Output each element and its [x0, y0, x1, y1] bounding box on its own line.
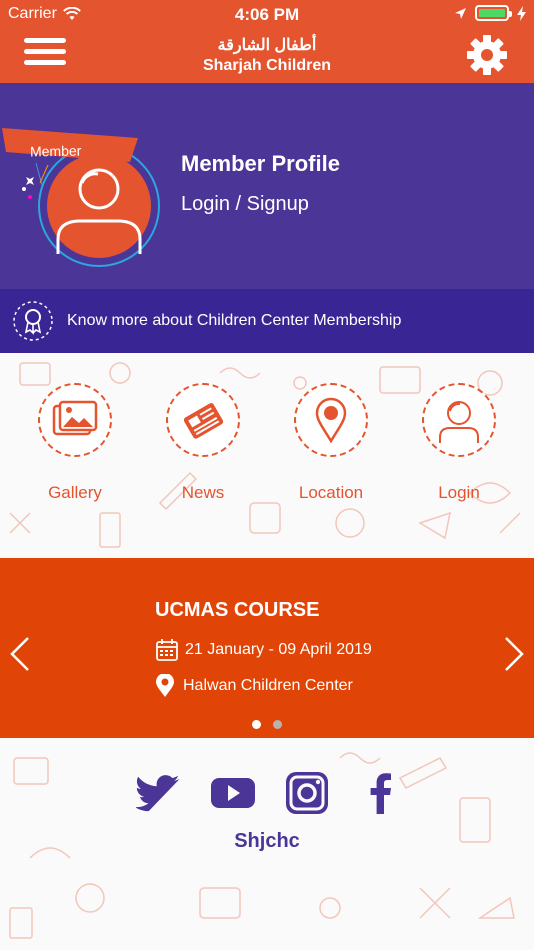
app-title-arabic: أطفال الشارقة	[217, 37, 317, 54]
social-handle: Shjchc	[234, 830, 300, 852]
app-title-english: Sharjah Children	[202, 57, 332, 74]
event-date-row: 21 January - 09 April 2019	[155, 638, 372, 662]
quick-link-news[interactable]: News	[153, 383, 253, 503]
calendar-icon	[156, 639, 178, 661]
app-header: أطفال الشارقة Sharjah Children	[0, 28, 534, 83]
event-title: UCMAS COURSE	[155, 599, 320, 621]
quick-link-label: News	[181, 483, 225, 502]
quick-link-label: Gallery	[48, 483, 102, 502]
quick-link-label: Location	[298, 483, 364, 502]
location-pin-icon	[315, 397, 347, 443]
instagram-icon[interactable]	[284, 770, 330, 816]
event-carousel[interactable]: UCMAS COURSE 21 January - 09 April 2019 …	[0, 558, 534, 738]
login-signup-link[interactable]: Login / Signup	[181, 193, 309, 216]
carousel-next-arrow-icon[interactable]	[502, 636, 526, 672]
status-bar: Carrier 4:06 PM	[0, 0, 534, 28]
news-icon	[183, 403, 224, 439]
map-pin-icon	[156, 674, 174, 697]
gallery-icon	[52, 400, 98, 436]
quick-link-label: Login	[438, 483, 480, 502]
twitter-icon[interactable]	[136, 770, 182, 816]
quick-link-location[interactable]: Location	[281, 383, 381, 503]
user-icon	[439, 401, 479, 443]
carousel-prev-arrow-icon[interactable]	[8, 636, 32, 672]
page-dot-active[interactable]	[252, 720, 261, 729]
carousel-page-indicator	[252, 720, 282, 729]
app-title: أطفال الشارقة Sharjah Children	[0, 36, 534, 76]
quick-links-section: Gallery News Location Login	[0, 353, 534, 558]
top-bar: Carrier 4:06 PM أطفال الشارقة Sharjah Ch…	[0, 0, 534, 83]
battery-icon	[475, 5, 512, 21]
quick-link-login[interactable]: Login	[409, 383, 509, 503]
facebook-icon[interactable]	[358, 770, 404, 816]
membership-text: Know more about Children Center Membersh…	[67, 312, 402, 329]
profile-title: Member Profile	[181, 151, 340, 176]
social-icons-row	[136, 770, 404, 816]
event-location-row: Halwan Children Center	[155, 674, 353, 698]
location-arrow-icon	[455, 7, 466, 19]
member-badge: Member	[29, 142, 82, 160]
status-right	[454, 5, 526, 21]
youtube-icon[interactable]	[210, 770, 256, 816]
profile-section: Member Member Profile Login / Signup	[0, 83, 534, 289]
membership-info-banner[interactable]: Know more about Children Center Membersh…	[0, 289, 534, 353]
quick-link-gallery[interactable]: Gallery	[25, 383, 125, 503]
event-location: Halwan Children Center	[183, 677, 353, 694]
event-date: 21 January - 09 April 2019	[185, 641, 372, 658]
award-ribbon-icon	[13, 301, 53, 341]
settings-gear-icon[interactable]	[466, 34, 508, 76]
social-section: Shjchc	[0, 738, 534, 950]
charging-icon	[517, 5, 526, 21]
page-dot[interactable]	[273, 720, 282, 729]
